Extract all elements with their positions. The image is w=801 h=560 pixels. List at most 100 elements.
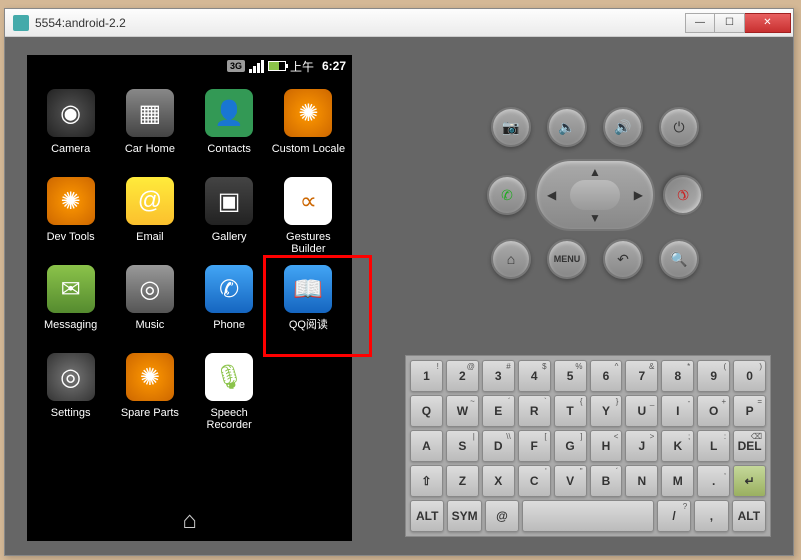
key-1[interactable]: !1 (410, 360, 443, 392)
app-label: Phone (213, 319, 245, 343)
key-slash[interactable]: ?/ (657, 500, 691, 532)
volume-up-button[interactable]: 🔊 (603, 107, 643, 147)
key-e[interactable]: ´E (482, 395, 515, 427)
key-6[interactable]: ^6 (590, 360, 623, 392)
key-sym[interactable]: SYM (447, 500, 481, 532)
key-at[interactable]: @ (485, 500, 519, 532)
app-label: Email (136, 231, 164, 255)
app-contacts[interactable]: 👤Contacts (190, 89, 269, 167)
key-7[interactable]: &7 (625, 360, 658, 392)
app-label: Music (136, 319, 165, 343)
app-email[interactable]: @ Email (110, 177, 189, 255)
phone-icon: ✆ (205, 265, 253, 313)
dpad-down[interactable]: ▼ (589, 211, 601, 225)
key-n[interactable]: N (625, 465, 658, 497)
app-spare-parts[interactable]: ✺Spare Parts (110, 353, 189, 431)
home-button[interactable]: ⌂ (491, 239, 531, 279)
app-messaging[interactable]: ✉ Messaging (31, 265, 110, 343)
key-t[interactable]: {T (554, 395, 587, 427)
volume-down-button[interactable]: 🔈 (547, 107, 587, 147)
key-alt-left[interactable]: ALT (410, 500, 444, 532)
key-h[interactable]: <H (590, 430, 623, 462)
back-button[interactable]: ↶ (603, 239, 643, 279)
email-icon: @ (126, 177, 174, 225)
key-u[interactable]: _U (625, 395, 658, 427)
key-space[interactable] (522, 500, 654, 532)
menu-button[interactable]: MENU (547, 239, 587, 279)
app-qq-read[interactable]: 📖QQ阅读 (269, 265, 348, 343)
key-p[interactable]: =P (733, 395, 766, 427)
key-4[interactable]: $4 (518, 360, 551, 392)
key-r[interactable]: `R (518, 395, 551, 427)
key-d[interactable]: \\D (482, 430, 515, 462)
key-w[interactable]: ~W (446, 395, 479, 427)
emulator-body: 3G 上午 6:27 ◉Camera▦Car Home👤Contacts ✺ Cus… (5, 37, 793, 555)
app-music[interactable]: ◎Music (110, 265, 189, 343)
dpad-up[interactable]: ▲ (589, 165, 601, 179)
power-button[interactable]: ⏻ (659, 107, 699, 147)
key-3[interactable]: #3 (482, 360, 515, 392)
app-camera[interactable]: ◉Camera (31, 89, 110, 167)
dpad[interactable]: ▲ ▼ ◀ ▶ (535, 159, 655, 231)
key-5[interactable]: %5 (554, 360, 587, 392)
key-k[interactable]: ;K (661, 430, 694, 462)
key-o[interactable]: +O (697, 395, 730, 427)
key-l[interactable]: :L (697, 430, 730, 462)
camera-icon: ◉ (47, 89, 95, 137)
key-comma[interactable]: , (694, 500, 728, 532)
app-settings[interactable]: ◎Settings (31, 353, 110, 431)
app-label: Custom Locale (272, 143, 345, 167)
status-bar: 3G 上午 6:27 (27, 55, 352, 77)
key-2[interactable]: @2 (446, 360, 479, 392)
end-call-button[interactable]: ✆ (655, 167, 712, 224)
home-icon[interactable]: ⌂ (182, 507, 197, 535)
search-button[interactable]: 🔍 (659, 239, 699, 279)
device-screen: 3G 上午 6:27 ◉Camera▦Car Home👤Contacts ✺ Cus… (27, 55, 352, 541)
key-y[interactable]: }Y (590, 395, 623, 427)
key-j[interactable]: >J (625, 430, 658, 462)
key-i[interactable]: -I (661, 395, 694, 427)
app-phone[interactable]: ✆ Phone (190, 265, 269, 343)
app-gallery[interactable]: ▣Gallery (190, 177, 269, 255)
dpad-center[interactable] (570, 180, 620, 210)
key-alt-right[interactable]: ALT (732, 500, 766, 532)
dpad-left[interactable]: ◀ (547, 188, 556, 202)
key-shift[interactable]: ⇧ (410, 465, 443, 497)
key-s[interactable]: |S (446, 430, 479, 462)
key-.[interactable]: ,. (697, 465, 730, 497)
minimize-button[interactable]: — (685, 13, 715, 33)
settings-icon: ◎ (47, 353, 95, 401)
key-v[interactable]: "V (554, 465, 587, 497)
app-label: Gallery (212, 231, 247, 255)
key-b[interactable]: ´B (590, 465, 623, 497)
key-x[interactable]: X (482, 465, 515, 497)
key-enter[interactable]: ↵ (733, 465, 766, 497)
key-9[interactable]: (9 (697, 360, 730, 392)
key-a[interactable]: A (410, 430, 443, 462)
key-8[interactable]: *8 (661, 360, 694, 392)
signal-icon (249, 60, 264, 73)
maximize-button[interactable]: ☐ (715, 13, 745, 33)
key-f[interactable]: [F (518, 430, 551, 462)
close-button[interactable]: ✕ (745, 13, 791, 33)
key-delete[interactable]: ⌫DEL (733, 430, 766, 462)
app-label: Gestures Builder (269, 231, 348, 255)
app-gestures-builder[interactable]: ∝Gestures Builder (269, 177, 348, 255)
key-m[interactable]: M (661, 465, 694, 497)
key-q[interactable]: Q (410, 395, 443, 427)
app-grid: ◉Camera▦Car Home👤Contacts✺Custom Locale✺… (27, 77, 352, 443)
key-z[interactable]: Z (446, 465, 479, 497)
camera-button[interactable]: 📷 (491, 107, 531, 147)
key-g[interactable]: ]G (554, 430, 587, 462)
dpad-right[interactable]: ▶ (634, 188, 643, 202)
key-0[interactable]: )0 (733, 360, 766, 392)
key-c[interactable]: 'C (518, 465, 551, 497)
app-dev-tools[interactable]: ✺Dev Tools (31, 177, 110, 255)
app-car-home[interactable]: ▦Car Home (110, 89, 189, 167)
app-label: Messaging (44, 319, 97, 343)
app-custom-locale[interactable]: ✺ Custom Locale (269, 89, 348, 167)
custom-locale-icon: ✺ (284, 89, 332, 137)
app-speech-recorder[interactable]: 🎙Speech Recorder (190, 353, 269, 431)
messaging-icon: ✉ (47, 265, 95, 313)
call-button[interactable]: ✆ (487, 175, 527, 215)
